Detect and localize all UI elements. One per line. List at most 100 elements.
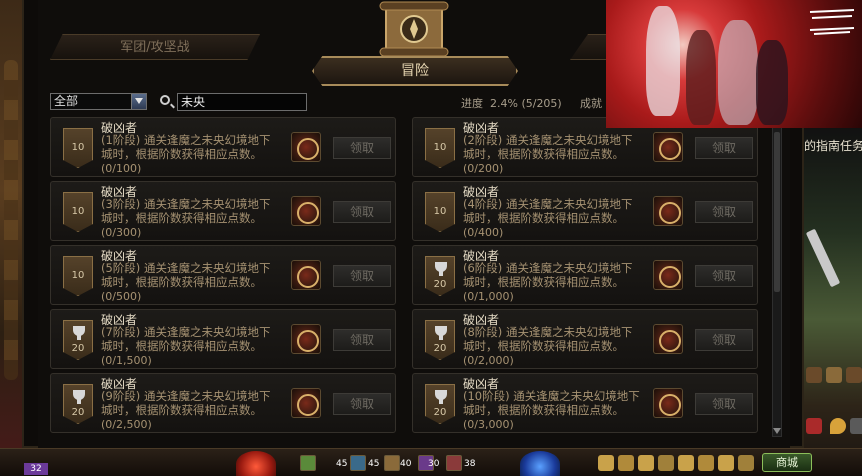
claim-button[interactable]: 领取 [333,137,391,159]
reward-icon[interactable] [653,132,683,162]
reward-icon[interactable] [653,388,683,418]
achievement-description: (9阶段) 通关逢魔之未央幻境地下城时，根据阶数获得相应点数。 [101,389,271,417]
trophy-badge-icon: 20 [425,320,455,360]
menu-icon[interactable] [638,455,654,471]
achievement-progress: (0/1,500) [101,354,152,367]
achievement-description: (7阶段) 通关逢魔之未央幻境地下城时，根据阶数获得相应点数。 [101,325,271,353]
claim-button[interactable]: 领取 [695,201,753,223]
trophy-badge-icon: 20 [63,384,93,424]
skill-slot[interactable] [446,455,462,471]
reward-icon[interactable] [291,388,321,418]
points-value: 10 [433,142,447,153]
trophy-badge-icon: 20 [63,320,93,360]
scroll-thumb[interactable] [774,132,780,292]
scroll-emblem-icon [379,1,449,57]
achievement-card: 10 破凶者 (5阶段) 通关逢魔之未央幻境地下城时，根据阶数获得相应点数。 (0/5… [50,245,396,305]
achievement-card: 20 破凶者 (9阶段) 通关逢魔之未央幻境地下城时，根据阶数获得相应点数。 (0/2… [50,373,396,433]
category-select[interactable]: 全部 [50,93,147,110]
points-value: 10 [71,142,85,153]
mp-orb [520,451,560,476]
quick-slot-icon[interactable] [806,367,822,383]
reward-icon[interactable] [291,324,321,354]
banner-character [756,40,788,125]
quick-slot-icon[interactable] [846,367,862,383]
tab-adventure[interactable]: 冒险 [312,56,518,86]
claim-button[interactable]: 领取 [695,329,753,351]
skill-slot[interactable] [300,455,316,471]
menu-icon[interactable] [658,455,674,471]
skill-count: 45 [368,459,380,469]
achievement-card: 10 破凶者 (1阶段) 通关逢魔之未央幻境地下城时，根据阶数获得相应点数。 (0/1… [50,117,396,177]
achievement-list: 10 破凶者 (1阶段) 通关逢魔之未央幻境地下城时，根据阶数获得相应点数。 (0/1… [50,117,774,435]
trophy-badge-icon: 20 [425,384,455,424]
claim-button[interactable]: 领取 [333,265,391,287]
points-value: 20 [71,407,85,418]
points-value: 20 [433,407,447,418]
skill-count: 40 [400,459,412,469]
achievement-description: (1阶段) 通关逢魔之未央幻境地下城时，根据阶数获得相应点数。 [101,133,271,161]
achievement-progress: (0/300) [101,226,142,239]
menu-icon[interactable] [598,455,614,471]
points-value: 20 [433,279,447,290]
reward-icon[interactable] [653,196,683,226]
achievement-progress: (0/1,000) [463,290,514,303]
points-value: 10 [71,270,85,281]
achievement-progress: (0/400) [463,226,504,239]
game-screen: 的指南任务 军团/攻坚战 冒险 全部 未央 进度 2.4% (5/205) 成就… [0,0,862,476]
achievement-description: (6阶段) 通关逢魔之未央幻境地下城时，根据阶数获得相应点数。 [463,261,633,289]
achievement-description: (3阶段) 通关逢魔之未央幻境地下城时，根据阶数获得相应点数。 [101,197,271,225]
quick-slot-icon[interactable] [826,367,842,383]
search-input[interactable]: 未央 [177,93,307,111]
points-value: 10 [433,206,447,217]
map-pin-icon[interactable] [830,418,846,434]
quick-slot-icon[interactable] [806,418,822,434]
points-badge-icon: 10 [425,192,455,232]
progress-label: 进度 [461,97,483,110]
menu-icon[interactable] [678,455,694,471]
reward-icon[interactable] [291,260,321,290]
menu-icon[interactable] [698,455,714,471]
promo-banner[interactable] [606,0,862,128]
achievement-progress: (0/2,500) [101,418,152,431]
reward-icon[interactable] [291,132,321,162]
points-value: 20 [71,343,85,354]
achievement-card: 20 破凶者 (7阶段) 通关逢魔之未央幻境地下城时，根据阶数获得相应点数。 (0/1… [50,309,396,369]
level-badge: 32 [24,463,48,475]
reward-icon[interactable] [653,260,683,290]
banner-character [686,30,716,125]
trophy-icon [435,326,447,340]
skill-slot[interactable] [384,455,400,471]
list-scrollbar[interactable] [772,117,782,437]
points-value: 10 [71,206,85,217]
claim-button[interactable]: 领取 [333,201,391,223]
claim-button[interactable]: 领取 [333,393,391,415]
shop-button[interactable]: 商城 [762,453,812,472]
skill-slot[interactable] [350,455,366,471]
chevron-down-icon[interactable] [131,94,146,109]
reward-icon[interactable] [291,196,321,226]
tab-legion-siege[interactable]: 军团/攻坚战 [50,34,260,60]
trophy-icon [435,262,447,276]
achievement-card: 20 破凶者 (10阶段) 通关逢魔之未央幻境地下城时，根据阶数获得相应点数。 (0/… [412,373,758,433]
quick-slot-icon[interactable] [850,418,862,434]
claim-button[interactable]: 领取 [695,265,753,287]
sword-icon [805,228,841,288]
bottom-hud: 32 45 45 40 30 38 商城 [0,448,862,476]
scroll-down-icon[interactable] [773,428,781,434]
points-badge-icon: 10 [63,256,93,296]
category-select-value: 全部 [54,94,79,108]
achievement-card: 20 破凶者 (6阶段) 通关逢魔之未央幻境地下城时，根据阶数获得相应点数。 (0/1… [412,245,758,305]
banner-character [718,20,758,125]
claim-button[interactable]: 领取 [695,393,753,415]
claim-button[interactable]: 领取 [695,137,753,159]
achievement-card: 10 破凶者 (4阶段) 通关逢魔之未央幻境地下城时，根据阶数获得相应点数。 (0/4… [412,181,758,241]
menu-icon[interactable] [618,455,634,471]
reward-icon[interactable] [653,324,683,354]
claim-button[interactable]: 领取 [333,329,391,351]
menu-icon[interactable] [718,455,734,471]
progress-value: 2.4% (5/205) [490,97,562,110]
achievement-description: (2阶段) 通关逢魔之未央幻境地下城时，根据阶数获得相应点数。 [463,133,633,161]
trophy-icon [435,390,447,404]
points-value: 20 [433,343,447,354]
menu-icon[interactable] [738,455,754,471]
